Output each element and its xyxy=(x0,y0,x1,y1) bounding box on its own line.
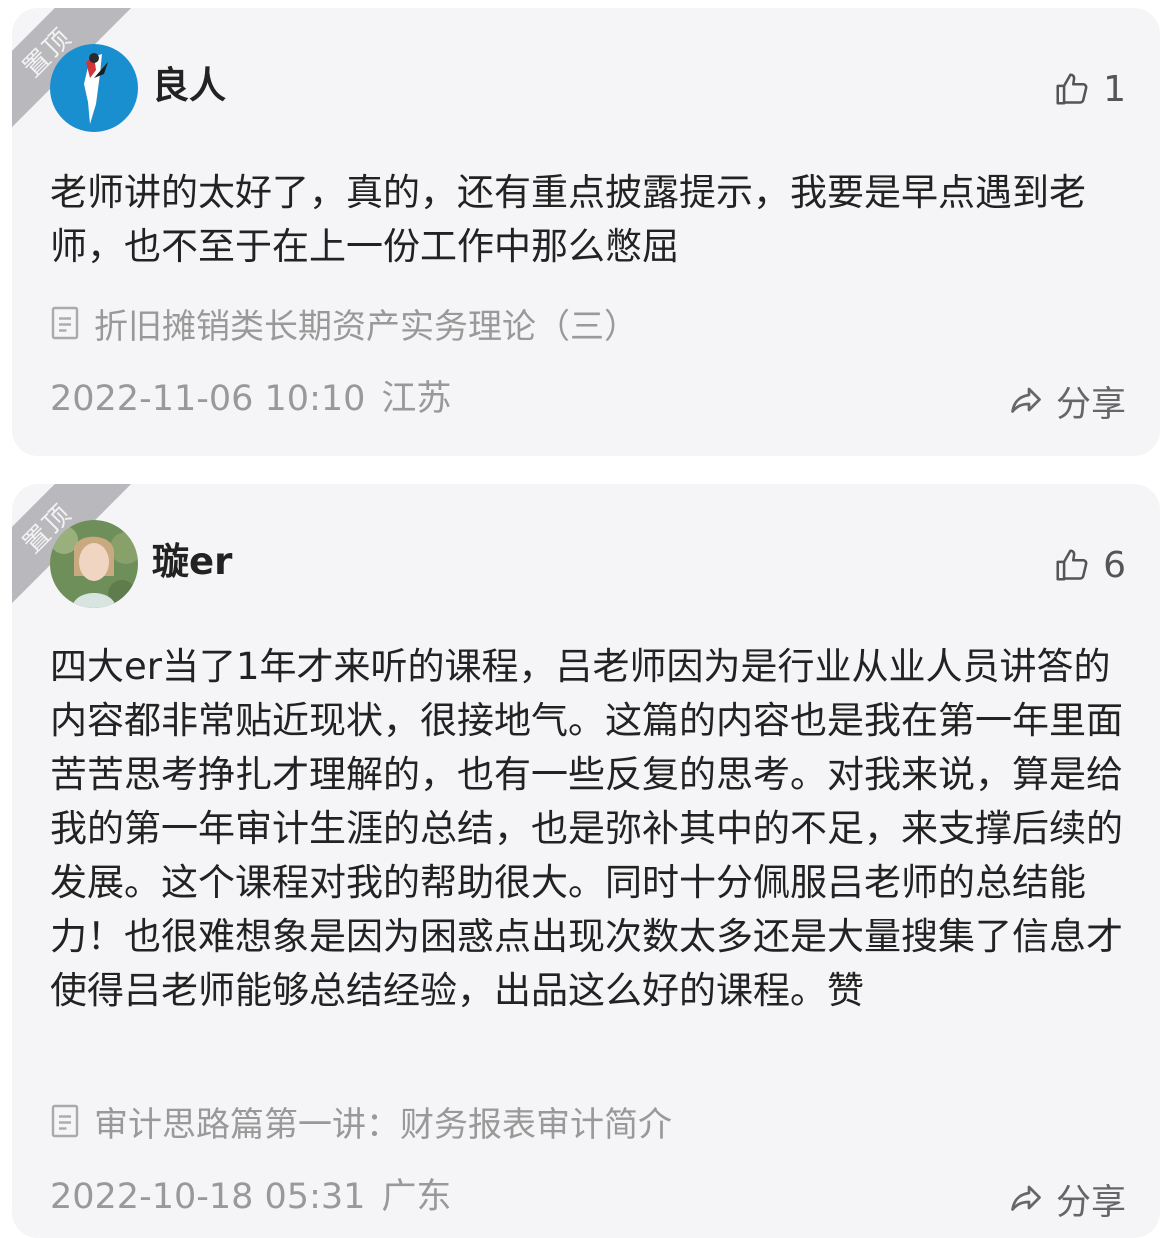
author-name[interactable]: 良人 xyxy=(152,64,226,108)
comment-meta: 2022-11-06 10:10 江苏 xyxy=(50,376,451,422)
timestamp: 2022-11-06 10:10 xyxy=(50,379,366,419)
article-link[interactable]: 折旧摊销类长期资产实务理论（三） xyxy=(50,300,638,347)
article-title: 折旧摊销类长期资产实务理论（三） xyxy=(94,306,638,347)
author-name[interactable]: 璇er xyxy=(152,540,232,584)
timestamp: 2022-10-18 05:31 xyxy=(50,1177,366,1217)
comment-card: 置顶 璇er 6 四大er当了1年才来听的课程，吕老师因为是行业从业人员讲答的内… xyxy=(12,484,1160,1238)
like-button[interactable]: 6 xyxy=(1053,542,1126,588)
thumbs-up-icon xyxy=(1056,73,1088,105)
like-button[interactable]: 1 xyxy=(1053,66,1126,112)
document-icon xyxy=(51,306,79,340)
share-button[interactable]: 分享 xyxy=(1008,1176,1126,1223)
share-label: 分享 xyxy=(1055,1182,1126,1223)
avatar[interactable] xyxy=(50,520,138,608)
like-count: 1 xyxy=(1103,68,1126,110)
thumbs-up-icon xyxy=(1056,549,1088,581)
comment-text: 四大er当了1年才来听的课程，吕老师因为是行业从业人员讲答的内容都非常贴近现状，… xyxy=(50,645,1123,1012)
location: 广东 xyxy=(381,1177,452,1217)
avatar[interactable] xyxy=(50,44,138,132)
comment-meta: 2022-10-18 05:31 广东 xyxy=(50,1174,451,1220)
document-icon xyxy=(51,1104,79,1138)
article-link[interactable]: 审计思路篇第一讲：财务报表审计简介 xyxy=(50,1098,672,1145)
like-count: 6 xyxy=(1103,544,1126,586)
comment-card: 置顶 良人 1 老师讲的太好了，真的，还有重点披露提示，我要是早点遇到老师，也不… xyxy=(12,8,1160,456)
share-label: 分享 xyxy=(1055,384,1126,425)
article-title: 审计思路篇第一讲：财务报表审计简介 xyxy=(94,1104,672,1145)
share-button[interactable]: 分享 xyxy=(1008,378,1126,425)
share-arrow-icon xyxy=(1011,1185,1041,1211)
location: 江苏 xyxy=(381,379,452,419)
comment-text: 老师讲的太好了，真的，还有重点披露提示，我要是早点遇到老师，也不至于在上一份工作… xyxy=(50,171,1086,268)
share-arrow-icon xyxy=(1011,387,1041,413)
